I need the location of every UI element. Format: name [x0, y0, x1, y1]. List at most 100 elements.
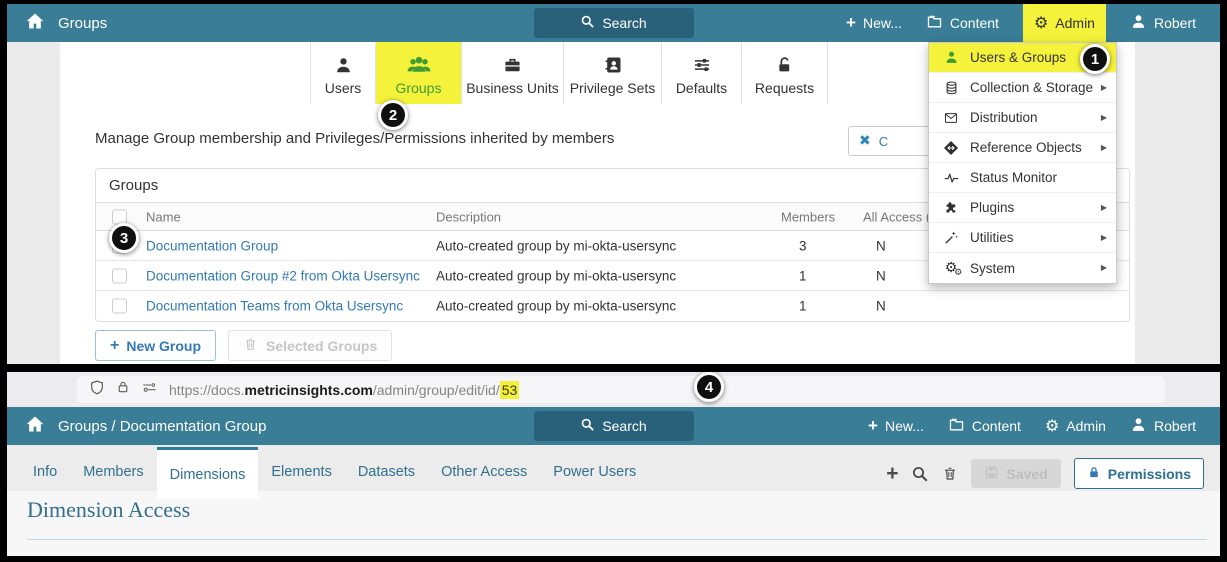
trash-icon — [243, 336, 258, 355]
tab-dimensions[interactable]: Dimensions — [156, 447, 259, 499]
navbar-actions: + New... Content ⚙ Admin Robert — [846, 4, 1196, 42]
gears-icon: ⚙ ⚙ — [944, 260, 963, 278]
column-all-access: All Access ( — [863, 209, 931, 224]
group-link[interactable]: Documentation Group — [146, 238, 278, 253]
new-group-button[interactable]: + New Group — [95, 330, 217, 361]
tab-defaults[interactable]: Defaults — [662, 42, 742, 104]
select-all-checkbox[interactable] — [112, 209, 127, 224]
lock-icon[interactable] — [116, 379, 130, 400]
admin-dropdown-menu: Users & Groups Collection & Storage ▶ Di… — [928, 42, 1117, 284]
table-row: Documentation Teams from Okta Usersync A… — [96, 291, 1129, 321]
url-subdomain: docs. — [211, 381, 245, 398]
menu-item-collection-storage[interactable]: Collection & Storage ▶ — [929, 73, 1116, 103]
admin-section-tabs: Users Groups Business Units Privilege Se… — [310, 42, 828, 104]
column-description: Description — [436, 209, 502, 224]
user-icon — [941, 50, 961, 65]
group-members-count: 1 — [799, 298, 807, 314]
group-all-access: N — [876, 268, 886, 283]
tab-requests[interactable]: Requests — [742, 42, 828, 104]
menu-item-utilities[interactable]: Utilities ▶ — [929, 223, 1116, 253]
add-button[interactable]: + — [886, 463, 898, 484]
tab-business-units[interactable]: Business Units — [462, 42, 564, 104]
user-icon — [1130, 13, 1147, 33]
magic-wand-icon — [941, 230, 961, 245]
tab-groups[interactable]: Groups — [376, 42, 462, 104]
gear-icon: ⚙ — [1033, 13, 1049, 32]
tab-power-users[interactable]: Power Users — [540, 453, 649, 491]
callout-badge-4: 4 — [694, 372, 724, 402]
tab-privilege-sets[interactable]: Privilege Sets — [564, 42, 662, 104]
group-description: Auto-created group by mi-okta-usersync — [436, 238, 677, 253]
tab-elements[interactable]: Elements — [258, 453, 344, 491]
diamond-swap-icon — [941, 140, 961, 156]
permissions-toggle-icon[interactable] — [141, 380, 158, 400]
groups-icon — [406, 51, 432, 75]
tab-members[interactable]: Members — [70, 453, 156, 491]
url-field[interactable]: https://docs.metricinsights.com/admin/gr… — [77, 376, 1165, 403]
url-path: /admin/group/edit/id/ — [372, 381, 500, 398]
menu-item-plugins[interactable]: Plugins ▶ — [929, 193, 1116, 223]
search-icon — [580, 14, 595, 32]
tab-datasets[interactable]: Datasets — [345, 453, 428, 491]
row-checkbox[interactable] — [112, 268, 127, 283]
home-icon[interactable] — [25, 11, 45, 35]
submenu-arrow-icon: ▶ — [1100, 142, 1107, 152]
admin-menu-button[interactable]: ⚙ Admin — [1045, 407, 1106, 445]
manage-groups-description: Manage Group membership and Privileges/P… — [95, 130, 615, 147]
lock-icon — [1087, 465, 1101, 483]
callout-badge-1: 1 — [1080, 44, 1110, 74]
row-checkbox[interactable] — [112, 298, 127, 314]
puzzle-icon — [941, 200, 961, 215]
url-domain: metricinsights.com — [244, 381, 373, 398]
group-editor-content: Info Members Dimensions Elements Dataset… — [7, 445, 1220, 556]
menu-item-reference-objects[interactable]: Reference Objects ▶ — [929, 133, 1116, 163]
dimension-access-heading: Dimension Access — [27, 497, 191, 522]
submenu-arrow-icon: ▶ — [1100, 82, 1107, 92]
screen-group-editor: Groups / Documentation Group Search + Ne… — [7, 407, 1220, 556]
briefcase-icon — [502, 51, 523, 75]
plus-icon: + — [846, 13, 856, 32]
permissions-button[interactable]: Permissions — [1073, 458, 1204, 489]
group-members-count: 1 — [799, 268, 807, 283]
admin-menu-button[interactable]: ⚙ Admin — [1022, 4, 1106, 42]
new-menu-button[interactable]: + New... — [846, 4, 902, 42]
screen-groups-list: Groups Search + New... Content ⚙ Admin R… — [7, 4, 1220, 364]
search-button-small[interactable] — [911, 465, 929, 483]
database-icon — [941, 80, 961, 96]
content-menu-button[interactable]: Content — [948, 407, 1021, 445]
delete-button[interactable] — [942, 465, 958, 482]
user-menu-button[interactable]: Robert — [1130, 4, 1196, 42]
browser-url-bar: https://docs.metricinsights.com/admin/gr… — [7, 372, 1220, 407]
tab-users[interactable]: Users — [310, 42, 376, 104]
submenu-arrow-icon: ▶ — [1100, 232, 1107, 242]
group-members-count: 3 — [799, 238, 807, 253]
envelope-icon — [941, 111, 961, 125]
top-navbar: Groups Search + New... Content ⚙ Admin R… — [7, 4, 1220, 42]
menu-item-distribution[interactable]: Distribution ▶ — [929, 103, 1116, 133]
groups-actions: + New Group Selected Groups — [95, 330, 393, 361]
group-description: Auto-created group by mi-okta-usersync — [436, 268, 677, 283]
url-text: https://docs.metricinsights.com/admin/gr… — [169, 380, 520, 399]
navbar-actions: + New... Content ⚙ Admin Robert — [868, 407, 1196, 445]
shield-icon[interactable] — [89, 379, 105, 401]
floppy-disk-icon — [984, 465, 999, 483]
group-link[interactable]: Documentation Teams from Okta Usersync — [146, 299, 403, 314]
home-icon[interactable] — [25, 414, 45, 438]
group-link[interactable]: Documentation Group #2 from Okta Usersyn… — [146, 268, 420, 283]
content-menu-button[interactable]: Content — [926, 4, 999, 42]
pulse-icon — [941, 171, 961, 185]
column-name: Name — [146, 209, 181, 224]
url-group-id: 53 — [499, 380, 520, 399]
tab-other-access[interactable]: Other Access — [428, 453, 540, 491]
delete-selected-groups-button[interactable]: Selected Groups — [228, 330, 393, 361]
search-button[interactable]: Search — [533, 8, 694, 38]
tab-info[interactable]: Info — [20, 453, 70, 491]
user-menu-button[interactable]: Robert — [1130, 407, 1196, 445]
menu-item-system[interactable]: ⚙ ⚙ System ▶ — [929, 253, 1116, 283]
new-menu-button[interactable]: + New... — [868, 407, 924, 445]
search-button[interactable]: Search — [533, 411, 694, 441]
plus-icon: + — [110, 336, 120, 354]
menu-item-status-monitor[interactable]: Status Monitor — [929, 163, 1116, 193]
saved-button[interactable]: Saved — [971, 459, 1061, 488]
close-x-icon: ✖ — [859, 133, 871, 149]
